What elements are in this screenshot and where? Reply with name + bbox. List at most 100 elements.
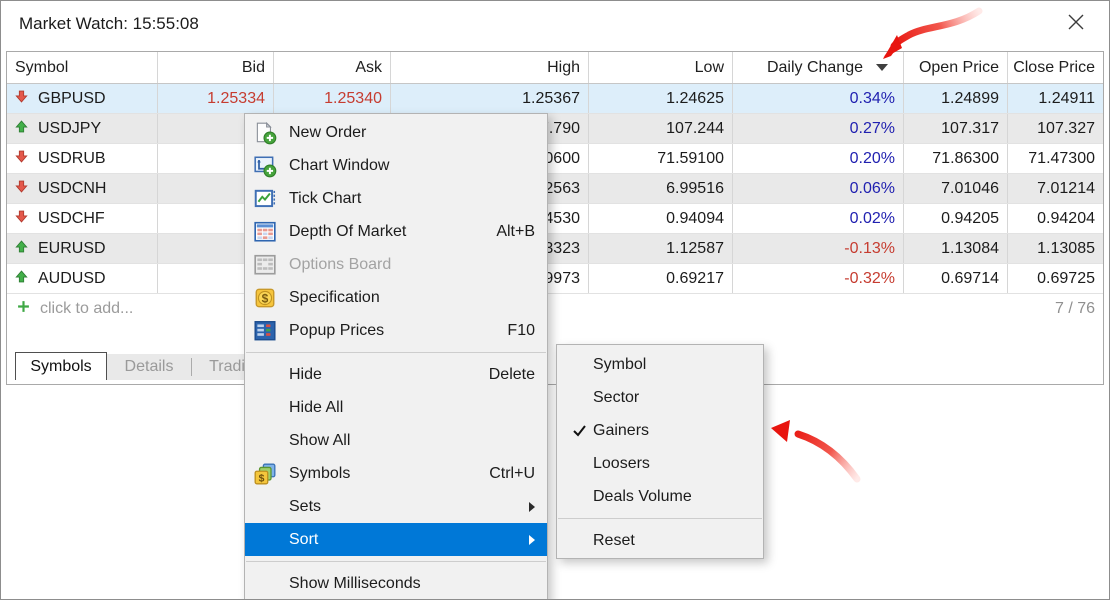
menu-item-label: Symbols bbox=[289, 465, 473, 483]
column-header-high[interactable]: High bbox=[391, 52, 589, 83]
menu-item-shortcut: Alt+B bbox=[496, 223, 535, 241]
submenu-item-loosers[interactable]: Loosers bbox=[557, 447, 763, 480]
menu-item-sort[interactable]: Sort bbox=[245, 523, 547, 556]
column-header-low[interactable]: Low bbox=[589, 52, 733, 83]
close-icon[interactable] bbox=[1065, 11, 1087, 33]
menu-item-specification[interactable]: $ Specification bbox=[245, 281, 547, 314]
menu-item-show-milliseconds[interactable]: Show Milliseconds bbox=[245, 567, 547, 600]
daily-change-cell: 0.27% bbox=[733, 114, 904, 143]
submenu-item-deals-volume[interactable]: Deals Volume bbox=[557, 480, 763, 513]
low-cell: 1.12587 bbox=[589, 234, 733, 263]
new-order-icon bbox=[252, 120, 278, 146]
column-header-symbol[interactable]: Symbol bbox=[7, 52, 158, 83]
svg-text:$: $ bbox=[259, 473, 265, 484]
low-cell: 0.94094 bbox=[589, 204, 733, 233]
menu-item-depth-of-market[interactable]: Depth Of Market Alt+B bbox=[245, 215, 547, 248]
title-bar: Market Watch: 15:55:08 bbox=[1, 1, 1109, 51]
menu-item-popup-prices[interactable]: Popup Prices F10 bbox=[245, 314, 547, 347]
menu-item-sets[interactable]: Sets bbox=[245, 490, 547, 523]
submenu-arrow-icon bbox=[529, 535, 535, 545]
column-header-bid[interactable]: Bid bbox=[158, 52, 274, 83]
tab-symbols[interactable]: Symbols bbox=[15, 352, 107, 380]
menu-item-label: Hide bbox=[289, 366, 473, 384]
submenu-item-label: Gainers bbox=[593, 422, 649, 440]
column-header-close-price[interactable]: Close Price bbox=[1008, 52, 1103, 83]
menu-item-label: Options Board bbox=[289, 256, 535, 274]
chart-window-icon bbox=[252, 153, 278, 179]
menu-item-label: Specification bbox=[289, 289, 535, 307]
options-board-icon bbox=[252, 252, 278, 278]
menu-separator bbox=[246, 352, 546, 353]
sort-submenu: Symbol Sector Gainers Loosers Deals Volu… bbox=[556, 344, 764, 559]
open-price-cell: 107.317 bbox=[904, 114, 1008, 143]
close-price-cell: 71.47300 bbox=[1008, 144, 1103, 173]
submenu-item-gainers[interactable]: Gainers bbox=[557, 414, 763, 447]
symbol-label: EURUSD bbox=[38, 240, 106, 258]
daily-change-cell: -0.13% bbox=[733, 234, 904, 263]
table-row[interactable]: AUDUSD 0.69973 0.69217 -0.32% 0.69714 0.… bbox=[7, 264, 1103, 294]
menu-item-tick-chart[interactable]: Tick Chart bbox=[245, 182, 547, 215]
checkmark-icon bbox=[565, 424, 593, 437]
submenu-item-label: Reset bbox=[593, 532, 635, 550]
menu-item-new-order[interactable]: New Order bbox=[245, 116, 547, 149]
price-up-icon bbox=[15, 120, 28, 138]
column-header-daily-change[interactable]: Daily Change bbox=[733, 52, 904, 83]
menu-item-hide[interactable]: Hide Delete bbox=[245, 358, 547, 391]
table-row[interactable]: USDCHF 0.94530 0.94094 0.02% 0.94205 0.9… bbox=[7, 204, 1103, 234]
symbol-label: USDRUB bbox=[38, 150, 106, 168]
arrow-to-sort-submenu bbox=[771, 420, 857, 479]
close-price-cell: 107.327 bbox=[1008, 114, 1103, 143]
close-price-cell: 1.13085 bbox=[1008, 234, 1103, 263]
table-row[interactable]: EURUSD 1.13323 1.12587 -0.13% 1.13084 1.… bbox=[7, 234, 1103, 264]
table-row[interactable]: USDJPY 107.790 107.244 0.27% 107.317 107… bbox=[7, 114, 1103, 144]
column-header-open-price[interactable]: Open Price bbox=[904, 52, 1008, 83]
submenu-item-sector[interactable]: Sector bbox=[557, 381, 763, 414]
menu-item-label: Sets bbox=[289, 498, 517, 516]
sort-descending-icon bbox=[876, 64, 888, 71]
menu-item-symbols[interactable]: $ Symbols Ctrl+U bbox=[245, 457, 547, 490]
price-down-icon bbox=[15, 210, 28, 228]
table-row[interactable]: USDRUB 71.90600 71.59100 0.20% 71.86300 … bbox=[7, 144, 1103, 174]
quotes-panel: Symbol Bid Ask High Low Daily Change Ope… bbox=[6, 51, 1104, 385]
submenu-item-label: Sector bbox=[593, 389, 639, 407]
depth-of-market-icon bbox=[252, 219, 278, 245]
menu-item-options-board[interactable]: Options Board bbox=[245, 248, 547, 281]
submenu-item-symbol[interactable]: Symbol bbox=[557, 348, 763, 381]
menu-item-label: Show All bbox=[289, 432, 535, 450]
market-watch-window: Market Watch: 15:55:08 Symbol Bid Ask Hi… bbox=[0, 0, 1110, 600]
ask-cell: 1.25340 bbox=[274, 84, 391, 113]
symbols-icon: $ bbox=[252, 461, 278, 487]
table-row[interactable]: USDCNH 7.02563 6.99516 0.06% 7.01046 7.0… bbox=[7, 174, 1103, 204]
submenu-item-label: Loosers bbox=[593, 455, 650, 473]
open-price-cell: 0.69714 bbox=[904, 264, 1008, 293]
high-cell: 1.25367 bbox=[391, 84, 589, 113]
symbol-label: USDCNH bbox=[38, 180, 106, 198]
close-price-cell: 1.24911 bbox=[1008, 84, 1103, 113]
price-down-icon bbox=[15, 150, 28, 168]
price-up-icon bbox=[15, 270, 28, 288]
tick-chart-icon bbox=[252, 186, 278, 212]
column-header-ask[interactable]: Ask bbox=[274, 52, 391, 83]
menu-item-hide-all[interactable]: Hide All bbox=[245, 391, 547, 424]
menu-item-label: Tick Chart bbox=[289, 190, 535, 208]
menu-item-label: Hide All bbox=[289, 399, 535, 417]
daily-change-cell: 0.34% bbox=[733, 84, 904, 113]
add-symbol-row[interactable]: click to add... 7 / 76 bbox=[7, 294, 1103, 324]
svg-text:$: $ bbox=[262, 291, 269, 305]
close-price-cell: 0.94204 bbox=[1008, 204, 1103, 233]
submenu-item-label: Deals Volume bbox=[593, 488, 692, 506]
low-cell: 6.99516 bbox=[589, 174, 733, 203]
tab-details[interactable]: Details bbox=[107, 358, 191, 376]
menu-item-label: Show Milliseconds bbox=[289, 575, 535, 593]
submenu-item-reset[interactable]: Reset bbox=[557, 524, 763, 557]
symbols-counter: 7 / 76 bbox=[1055, 300, 1103, 318]
tab-strip: Details Tradi bbox=[107, 354, 250, 380]
table-row[interactable]: GBPUSD 1.25334 1.25340 1.25367 1.24625 0… bbox=[7, 84, 1103, 114]
menu-item-show-all[interactable]: Show All bbox=[245, 424, 547, 457]
menu-item-label: Popup Prices bbox=[289, 322, 491, 340]
menu-item-chart-window[interactable]: Chart Window bbox=[245, 149, 547, 182]
bid-cell: 1.25334 bbox=[158, 84, 274, 113]
open-price-cell: 71.86300 bbox=[904, 144, 1008, 173]
tab-trading[interactable]: Tradi bbox=[192, 358, 250, 376]
popup-prices-icon bbox=[252, 318, 278, 344]
